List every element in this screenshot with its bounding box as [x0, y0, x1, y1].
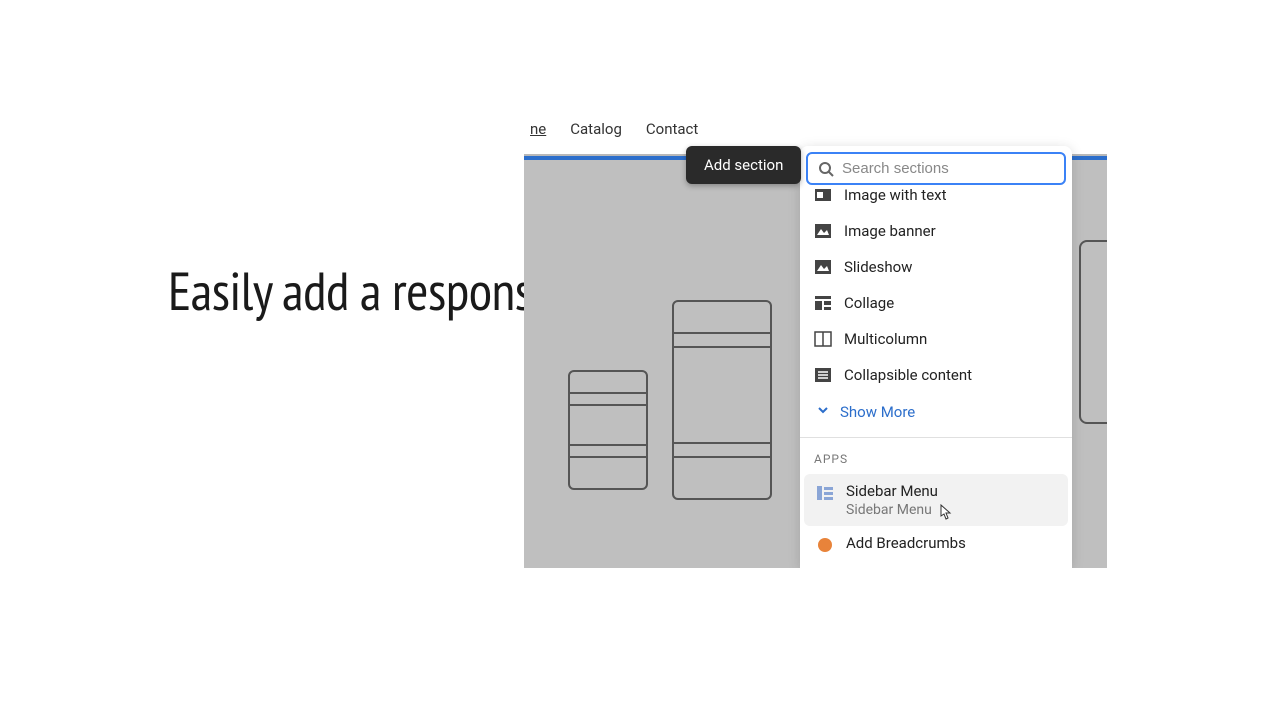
hero-illustration-right [1075, 160, 1107, 568]
show-more-button[interactable]: Show More [804, 393, 1068, 431]
section-item-collapsible[interactable]: Collapsible content [804, 357, 1068, 393]
image-text-icon [814, 186, 832, 204]
chevron-down-icon [816, 403, 830, 421]
apps-section-header: APPS [800, 438, 1072, 474]
section-item-label: Slideshow [844, 258, 912, 276]
nav-item-contact[interactable]: Contact [646, 120, 698, 138]
show-more-label: Show More [840, 403, 915, 421]
sidebar-app-icon [816, 484, 834, 502]
search-icon [818, 161, 834, 177]
section-item-label: Collapsible content [844, 366, 972, 384]
section-item-label: Collage [844, 294, 894, 312]
app-title: Add Breadcrumbs [846, 534, 966, 552]
search-sections-input[interactable] [842, 160, 1054, 177]
add-section-tooltip: Add section [686, 146, 801, 184]
editor-screenshot: ne Catalog Contact Add section Image wit… [524, 104, 1107, 568]
app-item-sidebar-menu[interactable]: Sidebar Menu Sidebar Menu [804, 474, 1068, 526]
section-picker-panel: Image with text Image banner Slideshow C… [800, 146, 1072, 568]
breadcrumb-app-icon [816, 536, 834, 554]
section-item-slideshow[interactable]: Slideshow [804, 249, 1068, 285]
columns-icon [814, 330, 832, 348]
section-item-image-with-text[interactable]: Image with text [804, 177, 1068, 213]
section-item-label: Multicolumn [844, 330, 927, 348]
section-item-image-banner[interactable]: Image banner [804, 213, 1068, 249]
nav-item-catalog[interactable]: Catalog [570, 120, 622, 138]
section-item-multicolumn[interactable]: Multicolumn [804, 321, 1068, 357]
section-item-collage[interactable]: Collage [804, 285, 1068, 321]
list-icon [814, 366, 832, 384]
section-list: Image with text Image banner Slideshow C… [800, 177, 1072, 431]
collage-icon [814, 294, 832, 312]
slideshow-icon [814, 258, 832, 276]
nav-item-home[interactable]: ne [530, 120, 546, 138]
section-item-label: Image banner [844, 222, 936, 240]
section-item-label: Image with text [844, 186, 947, 204]
app-item-breadcrumbs[interactable]: Add Breadcrumbs [804, 526, 1068, 562]
app-title: Sidebar Menu [846, 482, 938, 500]
image-icon [814, 222, 832, 240]
app-subtitle: Sidebar Menu [846, 502, 938, 518]
